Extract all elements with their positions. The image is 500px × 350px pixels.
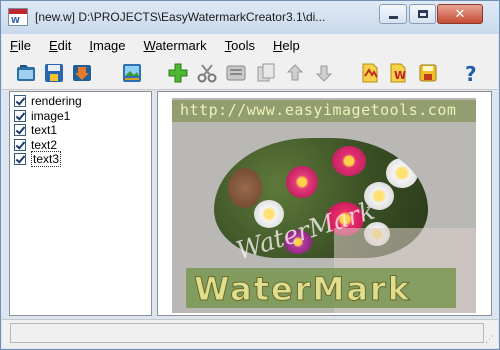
copy-icon	[257, 63, 275, 82]
layer-checkbox[interactable]	[14, 138, 26, 151]
move-up-icon	[286, 64, 304, 81]
app-window: W [new.w] D:\PROJECTS\EasyWatermarkCreat…	[0, 0, 500, 350]
save-icon	[45, 64, 63, 82]
export-icon	[362, 63, 378, 83]
tree-item-text2[interactable]: text2	[10, 138, 151, 153]
maximize-button[interactable]	[409, 4, 436, 24]
cut-button[interactable]	[195, 61, 219, 85]
svg-text:W: W	[394, 69, 406, 82]
pinecone	[228, 168, 262, 208]
open-folder-button[interactable]	[14, 61, 38, 85]
layer-checkbox[interactable]	[14, 109, 26, 122]
menu-tools[interactable]: Tools	[225, 38, 255, 53]
import-icon	[73, 65, 91, 81]
menu-edit-rest: dit	[57, 37, 72, 53]
tree-item-image1[interactable]: image1	[10, 109, 151, 124]
status-bar: ⋰	[2, 319, 498, 348]
text-button[interactable]	[224, 61, 248, 85]
save-watermark-icon	[419, 64, 437, 82]
toolbar: W ?	[2, 56, 498, 90]
tree-item-rendering[interactable]: rendering	[10, 94, 151, 109]
image-button[interactable]	[120, 61, 144, 85]
add-icon	[168, 63, 188, 83]
tree-item-label: text1	[31, 123, 58, 138]
preview-canvas[interactable]: http://www.easyimagetools.com WaterMark …	[172, 98, 476, 313]
big-watermark-text: WaterMark	[193, 270, 412, 309]
menu-help[interactable]: Help	[273, 38, 300, 53]
app-icon-bar	[9, 9, 27, 14]
menu-edit[interactable]: Edit	[49, 38, 71, 53]
menu-bar: File Edit Image Watermark Tools Help	[2, 34, 498, 56]
layer-checkbox[interactable]	[14, 124, 26, 137]
menu-help-accel: H	[272, 37, 283, 53]
menu-watermark-accel: W	[143, 37, 156, 53]
image-icon	[123, 64, 141, 82]
menu-watermark[interactable]: Watermark	[144, 38, 207, 53]
status-field	[10, 323, 484, 343]
export-button[interactable]	[358, 61, 382, 85]
move-up-button[interactable]	[283, 61, 307, 85]
layer-tree[interactable]: rendering image1 text1 text2 text3	[9, 91, 152, 316]
tree-item-label: image1	[31, 108, 71, 123]
copy-button[interactable]	[254, 61, 278, 85]
cut-icon	[197, 64, 217, 83]
maximize-icon	[417, 10, 428, 18]
menu-file[interactable]: File	[10, 38, 31, 53]
watermark-button[interactable]: W	[387, 61, 411, 85]
tree-item-text3[interactable]: text3	[10, 151, 151, 168]
aster-flower	[286, 166, 318, 198]
tree-item-label: text2	[31, 137, 58, 152]
save-button[interactable]	[42, 61, 66, 85]
move-down-button[interactable]	[312, 61, 336, 85]
minimize-button[interactable]	[379, 4, 407, 24]
preview-panel[interactable]: http://www.easyimagetools.com WaterMark …	[157, 91, 492, 316]
menu-help-rest: elp	[282, 37, 300, 53]
layer-checkbox[interactable]	[14, 95, 26, 108]
help-icon: ?	[465, 62, 477, 84]
menu-image[interactable]: Image	[89, 38, 125, 53]
window-title: [new.w] D:\PROJECTS\EasyWatermarkCreator…	[35, 10, 326, 24]
menu-watermark-rest: atermark	[155, 37, 207, 53]
tree-item-label: rendering	[31, 94, 82, 109]
menu-image-rest: mage	[93, 37, 126, 53]
move-down-icon	[315, 65, 333, 82]
menu-edit-accel: E	[48, 37, 58, 53]
tree-item-text1[interactable]: text1	[10, 123, 151, 138]
help-button[interactable]: ?	[459, 61, 483, 85]
text-icon	[226, 65, 246, 81]
watermark-icon: W	[390, 63, 406, 83]
resize-grip-icon[interactable]: ⋰	[485, 335, 494, 345]
add-button[interactable]	[166, 61, 190, 85]
aster-flower	[332, 146, 366, 176]
daisy-flower	[386, 158, 418, 188]
menu-file-rest: ile	[17, 37, 31, 53]
tree-item-label: text3	[31, 151, 62, 168]
app-icon-glyph: W	[11, 16, 20, 25]
url-watermark-text: http://www.easyimagetools.com	[180, 101, 457, 119]
close-button[interactable]: ✕	[437, 4, 483, 24]
close-icon: ✕	[454, 6, 466, 22]
import-button[interactable]	[70, 61, 94, 85]
layer-checkbox[interactable]	[14, 153, 26, 166]
menu-file-accel: F	[10, 37, 18, 53]
title-bar[interactable]: W [new.w] D:\PROJECTS\EasyWatermarkCreat…	[1, 1, 499, 34]
minimize-icon	[388, 15, 398, 19]
open-folder-icon	[17, 65, 35, 81]
app-icon[interactable]: W	[8, 8, 28, 26]
save-watermark-button[interactable]	[416, 61, 440, 85]
right-edge	[492, 91, 498, 316]
menu-tools-rest: ools	[231, 37, 255, 53]
svg-text:?: ?	[465, 62, 477, 84]
